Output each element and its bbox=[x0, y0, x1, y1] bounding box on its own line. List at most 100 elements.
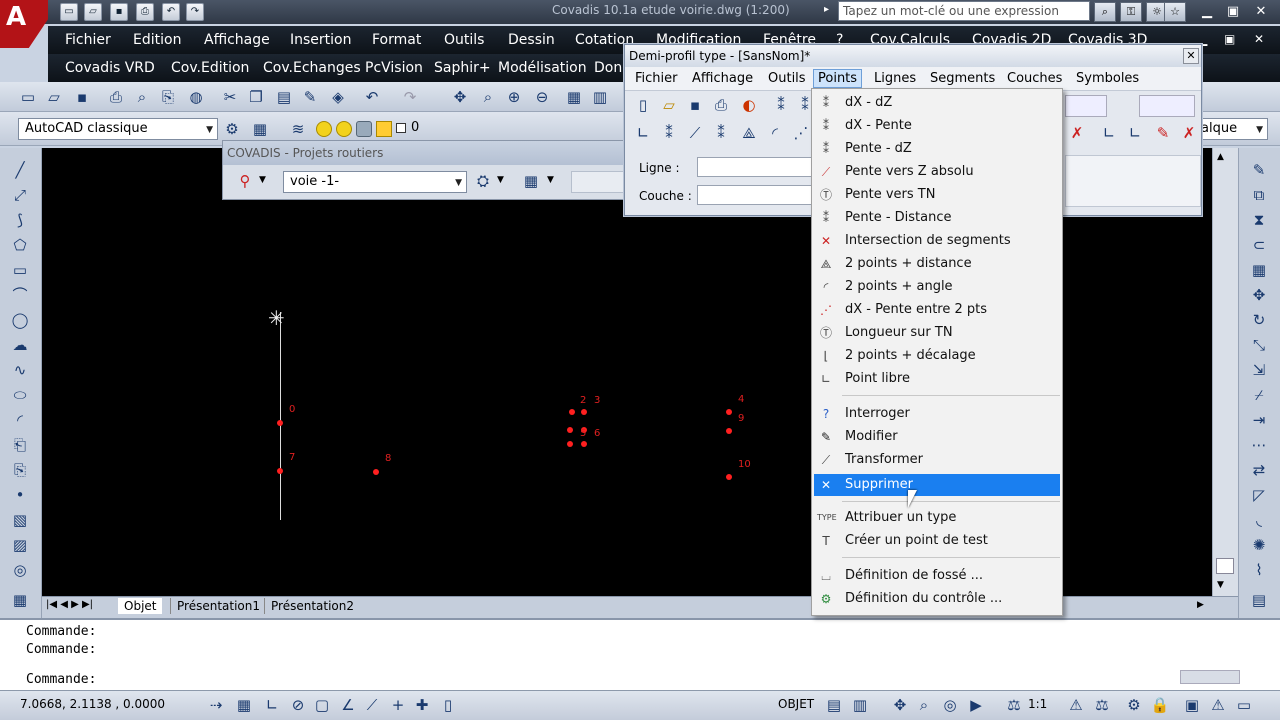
spline-icon[interactable]: ∿ bbox=[10, 360, 30, 380]
autocad-logo[interactable]: A bbox=[0, 0, 48, 48]
point-marker[interactable] bbox=[373, 469, 379, 475]
menu-edition[interactable]: Edition bbox=[133, 32, 181, 48]
dlg-menu-symboles[interactable]: Symboles bbox=[1076, 71, 1139, 86]
hatch-icon[interactable]: ▧ bbox=[10, 510, 30, 530]
design-center-icon[interactable]: ▥ bbox=[590, 87, 610, 107]
menu-pcvision[interactable]: PcVision bbox=[365, 60, 423, 76]
dlg-menu-segments[interactable]: Segments bbox=[930, 71, 995, 86]
menu-covadis-vrd[interactable]: Covadis VRD bbox=[65, 60, 155, 76]
close-icon[interactable]: ✕ bbox=[1250, 4, 1272, 19]
menu-item-dx-pente[interactable]: ⁑ dX - Pente bbox=[814, 115, 1060, 137]
properties-icon[interactable]: ▤ bbox=[1249, 590, 1269, 610]
stretch-icon[interactable]: ⇲ bbox=[1249, 360, 1269, 380]
search-icon[interactable]: ⌕ bbox=[1094, 2, 1116, 22]
properties-icon[interactable]: ▦ bbox=[564, 87, 584, 107]
workspace-switch-icon[interactable]: ⚙ bbox=[1124, 695, 1144, 715]
move-icon[interactable]: ✥ bbox=[1249, 285, 1269, 305]
dlg-menu-affichage[interactable]: Affichage bbox=[692, 71, 753, 86]
menu-item-attribuer-type[interactable]: TYPE Attribuer un type bbox=[814, 507, 1060, 529]
menu-outils[interactable]: Outils bbox=[444, 32, 484, 48]
axis-down-icon[interactable]: ∟ bbox=[1125, 123, 1145, 143]
workspace-select[interactable]: AutoCAD classique bbox=[18, 118, 218, 140]
magnifier-icon[interactable]: ⚲ bbox=[235, 171, 255, 191]
menu-item-2pts-distance[interactable]: ⟁ 2 points + distance bbox=[814, 253, 1060, 275]
menu-modelisation[interactable]: Modélisation bbox=[498, 60, 587, 76]
menu-dessin[interactable]: Dessin bbox=[508, 32, 555, 48]
save-icon[interactable]: ▪ bbox=[110, 3, 128, 21]
fillet-icon[interactable]: ◟ bbox=[1249, 510, 1269, 530]
annotation-visibility-icon[interactable]: ⚠ bbox=[1066, 695, 1086, 715]
menu-item-2pts-angle[interactable]: ◜ 2 points + angle bbox=[814, 276, 1060, 298]
isolate-icon[interactable]: ⚠ bbox=[1208, 695, 1228, 715]
menu-cov-edition[interactable]: Cov.Edition bbox=[171, 60, 249, 76]
search-input[interactable]: Tapez un mot-clé ou une expression bbox=[838, 1, 1090, 21]
extend-icon[interactable]: ⇥ bbox=[1249, 410, 1269, 430]
two-points-angle-icon[interactable]: ◜ bbox=[765, 123, 785, 143]
arc-icon[interactable]: ⌒ bbox=[10, 285, 30, 305]
gradient-icon[interactable]: ▨ bbox=[10, 535, 30, 555]
couche-field[interactable] bbox=[697, 185, 813, 205]
remove-icon[interactable]: ✗ bbox=[1179, 123, 1199, 143]
scroll-thumb[interactable] bbox=[1216, 558, 1234, 574]
steering-wheel-icon[interactable]: ◎ bbox=[940, 695, 960, 715]
point-marker[interactable] bbox=[726, 428, 732, 434]
axis-icon[interactable]: ∟ bbox=[1099, 123, 1119, 143]
make-block-icon[interactable]: ⎘ bbox=[10, 460, 30, 480]
minimize-icon[interactable]: ▁ bbox=[1196, 4, 1218, 19]
menu-fichier[interactable]: Fichier bbox=[65, 32, 111, 48]
polyline-icon[interactable]: ⟆ bbox=[10, 210, 30, 230]
zoom-window-icon[interactable]: ⊕ bbox=[504, 87, 524, 107]
showmotion-icon[interactable]: ▶ bbox=[966, 695, 986, 715]
workspace-grid-icon[interactable]: ▦ bbox=[250, 119, 270, 139]
point-icon[interactable]: • bbox=[10, 485, 30, 505]
two-points-distance-icon[interactable]: ⟁ bbox=[739, 123, 759, 143]
hscroll-right-icon[interactable]: ▶ bbox=[1197, 600, 1204, 610]
point-tool-icon[interactable]: ∟ bbox=[633, 123, 653, 143]
new-icon[interactable]: ▯ bbox=[633, 95, 653, 115]
menu-item-transformer[interactable]: ⟋ Transformer bbox=[814, 449, 1060, 471]
menu-affichage[interactable]: Affichage bbox=[204, 32, 270, 48]
dlg-menu-fichier[interactable]: Fichier bbox=[635, 71, 678, 86]
profile-select[interactable] bbox=[1139, 95, 1195, 117]
new-icon[interactable]: ▭ bbox=[18, 87, 38, 107]
lock-ui-icon[interactable]: 🔒 bbox=[1150, 695, 1170, 715]
redo-icon[interactable]: ↷ bbox=[186, 3, 204, 21]
array-icon[interactable]: ▦ bbox=[1249, 260, 1269, 280]
plot-icon[interactable]: ⎘ bbox=[158, 87, 178, 107]
point-marker[interactable] bbox=[581, 409, 587, 415]
ellipse-icon[interactable]: ⬭ bbox=[10, 385, 30, 405]
zoom-previous-icon[interactable]: ⊖ bbox=[532, 87, 552, 107]
point-marker[interactable] bbox=[726, 409, 732, 415]
mdi-close-icon[interactable]: ✕ bbox=[1254, 32, 1264, 46]
menu-item-controle[interactable]: ⚙ Définition du contrôle ... bbox=[814, 588, 1060, 610]
polar-icon[interactable]: ⊘ bbox=[288, 695, 308, 715]
explode-icon[interactable]: ✺ bbox=[1249, 535, 1269, 555]
new-file-icon[interactable]: ▭ bbox=[60, 3, 78, 21]
annotation-scale-value[interactable]: 1:1 bbox=[1028, 697, 1047, 711]
delete-cross-icon[interactable]: ✗ bbox=[1067, 123, 1087, 143]
menu-item-dx-pente-2pts[interactable]: ⋰ dX - Pente entre 2 pts bbox=[814, 299, 1060, 321]
sun-icon[interactable] bbox=[336, 121, 352, 137]
workspace-settings-icon[interactable]: ⚙ bbox=[222, 119, 242, 139]
save-icon[interactable]: ▪ bbox=[72, 87, 92, 107]
chevron-down-icon[interactable]: ▼ bbox=[497, 175, 504, 185]
construction-line-icon[interactable]: ⤢ bbox=[10, 185, 30, 205]
menu-item-point-libre[interactable]: ∟ Point libre bbox=[814, 368, 1060, 390]
break-icon[interactable]: ⋯ bbox=[1249, 435, 1269, 455]
point-marker[interactable] bbox=[569, 409, 575, 415]
erase-icon[interactable]: ✎ bbox=[1249, 160, 1269, 180]
offset-icon[interactable]: ⊂ bbox=[1249, 235, 1269, 255]
zoom-icon[interactable]: ⌕ bbox=[914, 695, 934, 715]
grid-icon[interactable]: ▦ bbox=[234, 695, 254, 715]
edit-icon[interactable]: ✎ bbox=[1153, 123, 1173, 143]
voie-select[interactable]: voie -1- bbox=[283, 171, 467, 193]
chevron-down-icon[interactable]: ▼ bbox=[259, 175, 266, 185]
tab-presentation1[interactable]: Présentation1 bbox=[170, 598, 266, 614]
qp-icon[interactable]: ▯ bbox=[438, 695, 458, 715]
menu-item-fosse[interactable]: ⌴ Définition de fossé ... bbox=[814, 565, 1060, 587]
menu-item-dx-dz[interactable]: ⁑ dX - dZ bbox=[814, 92, 1060, 114]
subscription-icon[interactable]: ⚿ bbox=[1120, 2, 1142, 22]
region-icon[interactable]: ◎ bbox=[10, 560, 30, 580]
plot-style-select[interactable]: alque bbox=[1196, 118, 1268, 140]
dlg-menu-outils[interactable]: Outils bbox=[768, 71, 806, 86]
